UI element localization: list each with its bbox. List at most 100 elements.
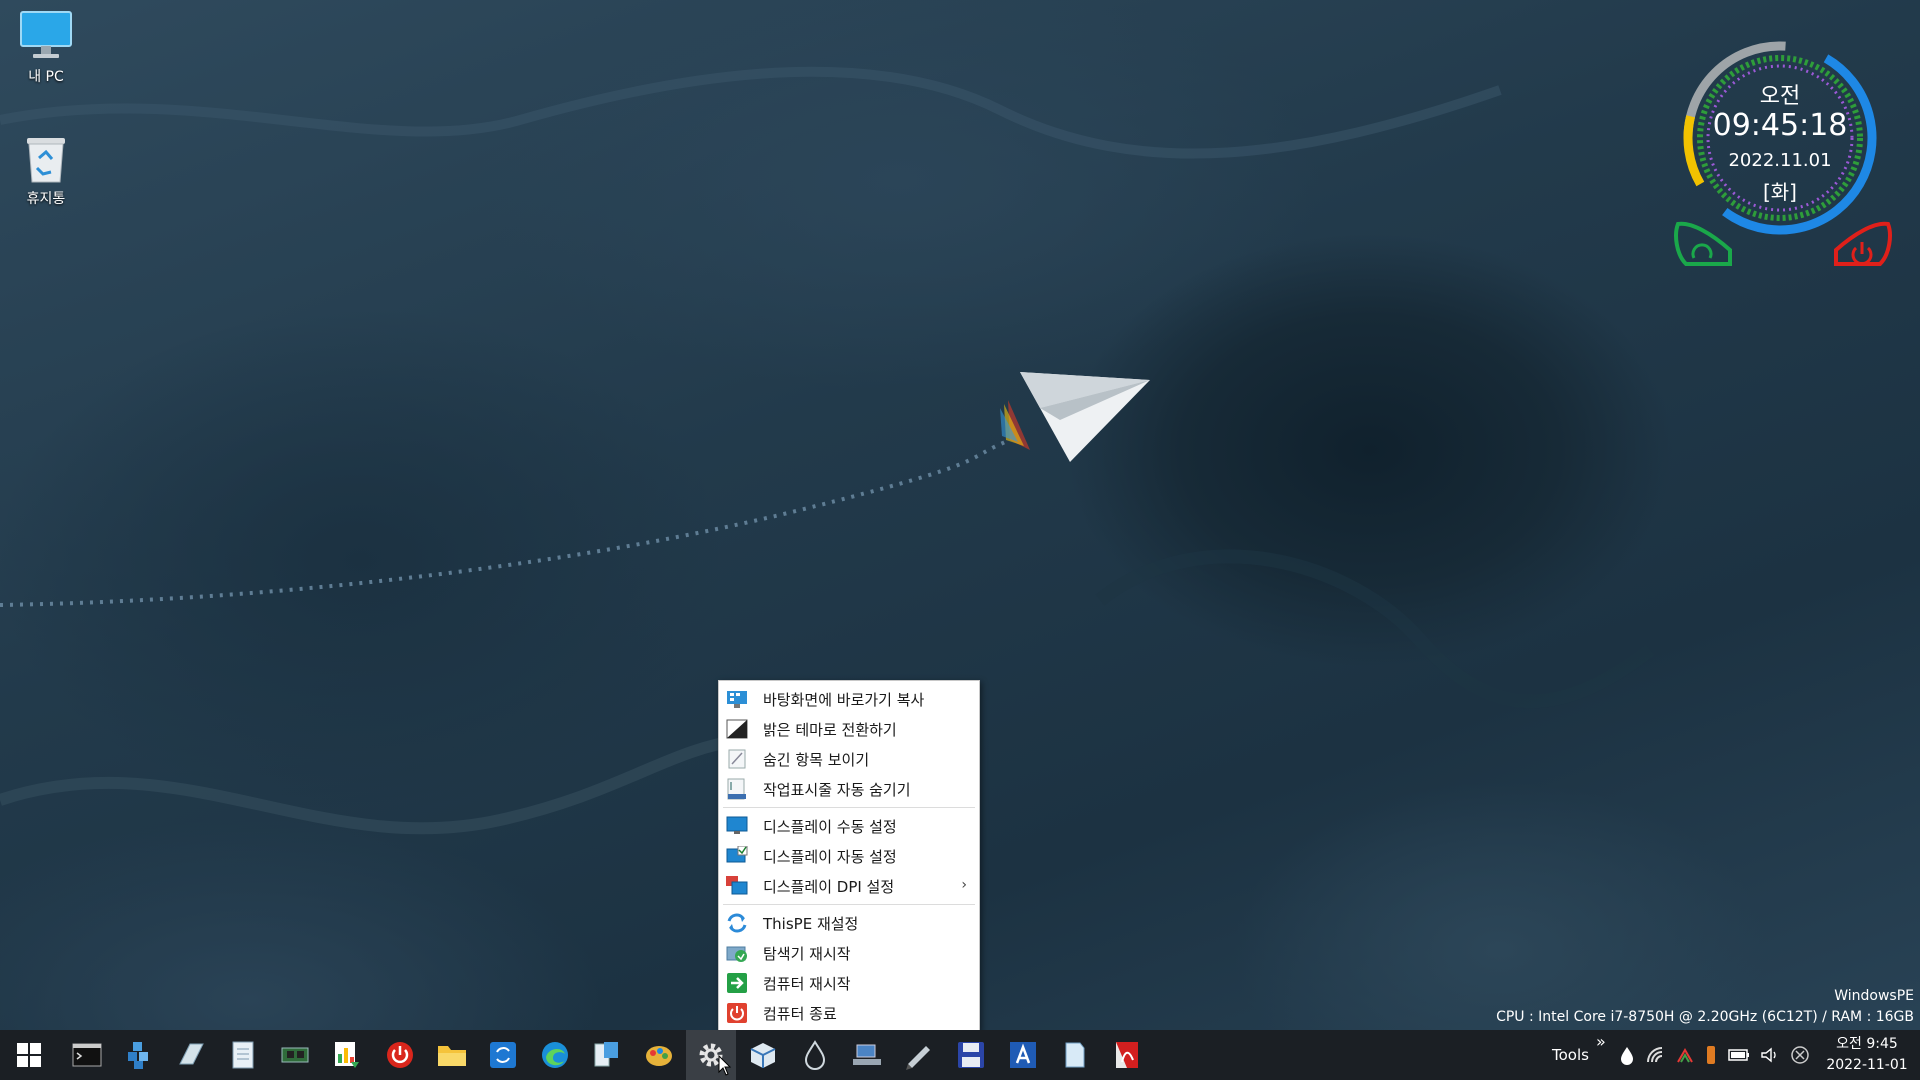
taskbar-network-share[interactable]	[842, 1030, 892, 1080]
menu-item-label: 바탕화면에 바로가기 복사	[763, 690, 925, 709]
drop-icon	[804, 1040, 826, 1070]
edge-icon	[542, 1042, 568, 1068]
package-icon	[750, 1043, 776, 1068]
task-manager-icon	[335, 1042, 359, 1068]
taskbar-file-explorer[interactable]	[427, 1030, 477, 1080]
taskbar-pen[interactable]	[894, 1030, 944, 1080]
dpi-icon	[725, 875, 749, 897]
cmd-icon	[72, 1043, 102, 1067]
menu-item-label: 디스플레이 DPI 설정	[763, 877, 895, 896]
close-circle-icon[interactable]	[1790, 1045, 1810, 1065]
start-icon	[17, 1043, 41, 1067]
taskbar-hide-icon	[725, 778, 749, 800]
taskbar-doc[interactable]	[1050, 1030, 1100, 1080]
taskbar-power[interactable]	[375, 1030, 425, 1080]
wifi-icon[interactable]	[1646, 1046, 1666, 1064]
menu-item-display-auto[interactable]: 디스플레이 자동 설정	[719, 841, 979, 871]
refresh-icon	[725, 912, 749, 934]
clock-weekday: [화]	[1762, 180, 1797, 204]
taskbar-cmd[interactable]	[62, 1030, 112, 1080]
tray-tools-label[interactable]: Tools	[1552, 1030, 1589, 1080]
menu-item-label: ThisPE 재설정	[763, 914, 859, 933]
drop-icon[interactable]	[1618, 1045, 1636, 1065]
tray-icons	[1618, 1030, 1810, 1080]
restart-icon	[725, 972, 749, 994]
power-icon	[387, 1042, 413, 1068]
clock-date: 2022.11.01	[1728, 150, 1832, 171]
save-icon	[958, 1042, 984, 1068]
menu-item-label: 탐색기 재시작	[763, 944, 851, 963]
taskbar: Tools » 오전 9:45 2022-11-01	[0, 1030, 1920, 1080]
menu-item-label: 숨긴 항목 보이기	[763, 750, 870, 769]
volume-icon[interactable]	[1760, 1046, 1780, 1064]
menu-separator	[723, 807, 975, 808]
pen-icon	[906, 1046, 930, 1070]
usb-icon[interactable]	[1704, 1044, 1718, 1066]
taskbar-hardware[interactable]	[270, 1030, 320, 1080]
submenu-arrow-icon: ›	[961, 877, 967, 893]
notepad-icon	[232, 1041, 254, 1069]
restart-button[interactable]	[1672, 214, 1736, 270]
hardware-info: CPU : Intel Core i7-8750H @ 2.20GHz (6C1…	[1496, 1009, 1914, 1025]
menu-item-label: 컴퓨터 재시작	[763, 974, 851, 993]
monitor-icon	[725, 815, 749, 837]
computer-icon	[20, 11, 72, 58]
system-info: WindowsPE CPU : Intel Core i7-8750H @ 2.…	[1496, 986, 1914, 1028]
taskbar-edge[interactable]	[530, 1030, 580, 1080]
desktop-icon-recycle-bin[interactable]: 휴지통	[8, 132, 84, 208]
menu-item-computer-shutdown[interactable]: 컴퓨터 종료	[719, 998, 979, 1028]
menu-item-explorer-restart[interactable]: 탐색기 재시작	[719, 938, 979, 968]
explorer-icon	[594, 1042, 618, 1067]
menu-item-label: 컴퓨터 종료	[763, 1004, 837, 1023]
menu-item-thispe-reset[interactable]: ThisPE 재설정	[719, 908, 979, 938]
network-activity-icon[interactable]	[1676, 1046, 1694, 1064]
paper-plane-icon	[1000, 372, 1150, 462]
taskbar-registry[interactable]	[115, 1030, 165, 1080]
taskbar-paint[interactable]	[634, 1030, 684, 1080]
menu-item-label: 디스플레이 자동 설정	[763, 847, 897, 866]
taskbar-sync[interactable]	[478, 1030, 528, 1080]
eraser-icon	[179, 1043, 204, 1065]
contour-line	[1095, 549, 1655, 709]
contour-line	[0, 66, 1502, 159]
doc-icon	[1065, 1042, 1085, 1068]
taskbar-package[interactable]	[738, 1030, 788, 1080]
taskbar-notepad[interactable]	[218, 1030, 268, 1080]
taskbar-explorer[interactable]	[582, 1030, 632, 1080]
hidden-items-icon	[725, 748, 749, 770]
network-share-icon	[853, 1044, 881, 1065]
desktop-icon-my-pc[interactable]: 내 PC	[8, 10, 84, 86]
desktop-icon-label: 휴지통	[26, 191, 66, 207]
taskbar-save[interactable]	[946, 1030, 996, 1080]
clock-ampm: 오전	[1759, 84, 1801, 109]
menu-item-label: 밝은 테마로 전환하기	[763, 720, 897, 739]
sync-icon	[490, 1042, 516, 1068]
tray-clock[interactable]: 오전 9:45 2022-11-01	[1820, 1034, 1914, 1076]
hardware-icon	[281, 1047, 309, 1063]
folder-icon	[438, 1046, 466, 1066]
taskbar-eraser[interactable]	[166, 1030, 216, 1080]
monitor-check-icon	[725, 845, 749, 867]
menu-item-show-hidden[interactable]: 숨긴 항목 보이기	[719, 744, 979, 774]
menu-item-computer-restart[interactable]: 컴퓨터 재시작	[719, 968, 979, 998]
taskbar-drop[interactable]	[790, 1030, 840, 1080]
menu-item-taskbar-autohide[interactable]: 작업표시줄 자동 숨기기	[719, 774, 979, 804]
desktop-shortcut-icon	[725, 688, 749, 710]
menu-item-copy-shortcut[interactable]: 바탕화면에 바로가기 복사	[719, 684, 979, 714]
battery-icon[interactable]	[1728, 1047, 1750, 1063]
menu-item-display-manual[interactable]: 디스플레이 수동 설정	[719, 811, 979, 841]
menu-item-light-theme[interactable]: 밝은 테마로 전환하기	[719, 714, 979, 744]
tray-overflow-button[interactable]: »	[1596, 1016, 1606, 1066]
taskbar-context-menu: 바탕화면에 바로가기 복사 밝은 테마로 전환하기 숨긴 항목 보이기 작업표시…	[718, 680, 980, 1032]
shutdown-icon	[725, 1002, 749, 1024]
registry-icon	[128, 1042, 148, 1069]
shutdown-button[interactable]	[1830, 214, 1894, 270]
taskbar-pdf[interactable]	[1102, 1030, 1152, 1080]
menu-separator	[723, 904, 975, 905]
taskbar-task-manager[interactable]	[322, 1030, 372, 1080]
menu-item-display-dpi[interactable]: 디스플레이 DPI 설정 ›	[719, 871, 979, 901]
theme-icon	[725, 718, 749, 740]
taskbar-font[interactable]	[998, 1030, 1048, 1080]
start-button[interactable]	[4, 1030, 54, 1080]
recycle-bin-icon	[27, 138, 65, 183]
